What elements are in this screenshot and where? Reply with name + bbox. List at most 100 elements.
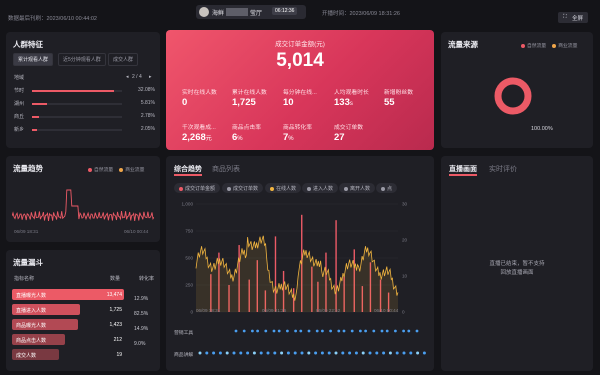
live-timer-badge: 06:12:36 xyxy=(272,7,298,15)
product-explain-dot xyxy=(416,351,420,355)
funnel-count: 1,423 xyxy=(109,322,122,328)
region-name: 商丘 xyxy=(14,114,25,120)
product-explain-dot xyxy=(239,351,243,355)
live-ended-message: 直播已结束，暂不支持 回放直播画面 xyxy=(441,260,593,278)
product-explain-dot xyxy=(300,351,304,355)
product-explain-dot xyxy=(212,351,216,355)
legend-paid: 商业流量 xyxy=(552,42,577,49)
product-explain-dot xyxy=(225,351,229,355)
product-explain-dot xyxy=(198,351,202,355)
live-start-time: 开播时间：2023/06/09 18:31:26 xyxy=(322,11,400,17)
y-right-tick: 0 xyxy=(402,310,405,315)
kpi-card: 成交订单金额(元) 5,014 实时在线人数 0 累计在线人数 1,725 每分… xyxy=(166,30,434,150)
series-pill[interactable]: 点 xyxy=(376,183,398,193)
funnel-title: 流量漏斗 xyxy=(13,258,43,267)
product-explain-dot xyxy=(395,351,399,355)
traffic-funnel-panel: 流量漏斗 指标名称 数量 转化率 直播曝光人数 13,474 直播进入人数 1,725… xyxy=(6,250,160,371)
series-pill[interactable]: 成交订单数 xyxy=(222,183,264,193)
combo-x-tick: 06/09 22:52 xyxy=(316,308,341,313)
legend-paid-dot xyxy=(552,43,557,48)
funnel-col-rate: 转化率 xyxy=(139,276,155,282)
series-pill-dot xyxy=(307,186,311,191)
tab-live-comments[interactable]: 实时评价 xyxy=(489,164,517,174)
tab-buyer-audience[interactable]: 成交人群 xyxy=(108,53,139,66)
region-pager: 2 / 4 xyxy=(132,74,142,80)
marketing-event-dot xyxy=(329,329,332,333)
product-explain-label: 商品讲解 xyxy=(174,353,194,358)
funnel-row: 直播曝光人数 13,474 xyxy=(12,289,124,300)
funnel-count: 13,474 xyxy=(106,292,122,298)
series-pill-label: 进入人数 xyxy=(313,186,334,192)
trend-legend-natural: 自然流量 xyxy=(88,166,113,173)
series-pill[interactable]: 进入人数 xyxy=(302,183,339,193)
product-explain-dot xyxy=(361,351,365,355)
kpi-title: 成交订单金额(元) xyxy=(275,41,325,48)
combo-x-tick: 06/09 21:25 xyxy=(262,308,287,313)
kpi-value-online-now: 0 xyxy=(182,97,188,108)
marketing-event-dot xyxy=(394,329,397,333)
combo-trend-panel: 综合趋势 商品列表 成交订单金额 成交订单数 在线人数 进入人数 离开人数 点 1,000… xyxy=(166,156,434,371)
series-pill[interactable]: 成交订单金额 xyxy=(174,183,221,193)
y-right-tick: 20 xyxy=(402,238,408,243)
tab-combo-trend[interactable]: 综合趋势 xyxy=(174,164,202,174)
marketing-event-dot xyxy=(380,329,384,333)
funnel-col-name: 指标名称 xyxy=(14,276,35,282)
y-left-tick: 250 xyxy=(185,283,193,288)
trend-x-end: 06/10 00:44 xyxy=(124,229,149,234)
y-left-tick: 0 xyxy=(190,310,193,315)
funnel-row: 直播进入人数 1,725 xyxy=(12,304,124,315)
product-explain-dot xyxy=(307,351,311,355)
marketing-event-dot xyxy=(264,329,268,333)
room-avatar xyxy=(199,7,209,17)
product-explain-dot xyxy=(266,351,270,355)
region-name: 节时 xyxy=(14,88,25,94)
y-left-tick: 750 xyxy=(185,229,193,234)
tab-cumulative-audience[interactable]: 累计观看人群 xyxy=(13,53,54,66)
series-pill[interactable]: 在线人数 xyxy=(265,183,302,193)
series-pill-label: 成交订单数 xyxy=(233,186,259,192)
traffic-source-title: 流量来源 xyxy=(448,40,478,49)
tab-product-list[interactable]: 商品列表 xyxy=(212,164,240,174)
funnel-rate: 82.5% xyxy=(134,311,149,317)
kpi-value-conversion: 7% xyxy=(283,132,294,143)
product-explain-dot xyxy=(327,351,331,355)
product-explain-dot xyxy=(246,351,250,355)
product-explain-dot xyxy=(259,351,263,355)
marketing-event-dot xyxy=(364,329,367,333)
combo-x-tick: 06/10 00:44 xyxy=(374,308,399,313)
kpi-label-orders: 成交订单数 xyxy=(334,125,363,131)
funnel-count: 19 xyxy=(116,352,122,358)
kpi-value-avg-watch: 133s xyxy=(334,97,353,108)
marketing-event-dot xyxy=(342,329,346,333)
y-left-tick: 1,000 xyxy=(182,202,194,207)
marketing-event-dot xyxy=(277,329,281,333)
region-name: 湖州 xyxy=(14,101,25,107)
marketing-event-dot xyxy=(242,329,246,333)
tab-live-screen[interactable]: 直播画面 xyxy=(449,164,477,174)
marketing-event-dot xyxy=(286,329,289,333)
region-percent: 2.78% xyxy=(140,113,155,119)
product-explain-dot xyxy=(273,351,277,355)
traffic-trend-sparkline xyxy=(12,189,154,222)
product-explain-dot xyxy=(382,351,386,355)
sparkline-natural xyxy=(12,189,154,222)
tab-recent-audience[interactable]: 近5分钟观看人群 xyxy=(58,53,106,66)
fullscreen-button[interactable]: ⛶ 全屏 xyxy=(558,12,588,23)
trend-legend-natural-dot xyxy=(88,167,92,172)
funnel-row: 商品曝光人数 1,423 xyxy=(12,319,124,330)
series-pill[interactable]: 离开人数 xyxy=(339,183,376,193)
region-bar-fill xyxy=(32,129,38,131)
funnel-count: 212 xyxy=(113,337,122,343)
legend-natural: 自然流量 xyxy=(521,42,546,49)
region-bar-fill xyxy=(32,90,115,92)
kpi-label-gpm: 千次观看成... xyxy=(182,125,216,131)
kpi-label-avg-watch: 人均观看时长 xyxy=(334,90,369,96)
last-updated-text: 数据最后刊刷：2023/06/10 00:44:02 xyxy=(8,16,97,22)
marketing-event-dot xyxy=(272,329,276,333)
marketing-event-dot xyxy=(415,329,419,333)
funnel-label: 成交人数 xyxy=(16,353,37,359)
pager-next-icon[interactable]: ▸ xyxy=(149,74,152,80)
product-explain-dot xyxy=(348,351,352,355)
combo-chart: 1,000 750 500 250 0 30 20 10 0 xyxy=(182,202,408,315)
pager-prev-icon[interactable]: ◂ xyxy=(126,74,129,80)
